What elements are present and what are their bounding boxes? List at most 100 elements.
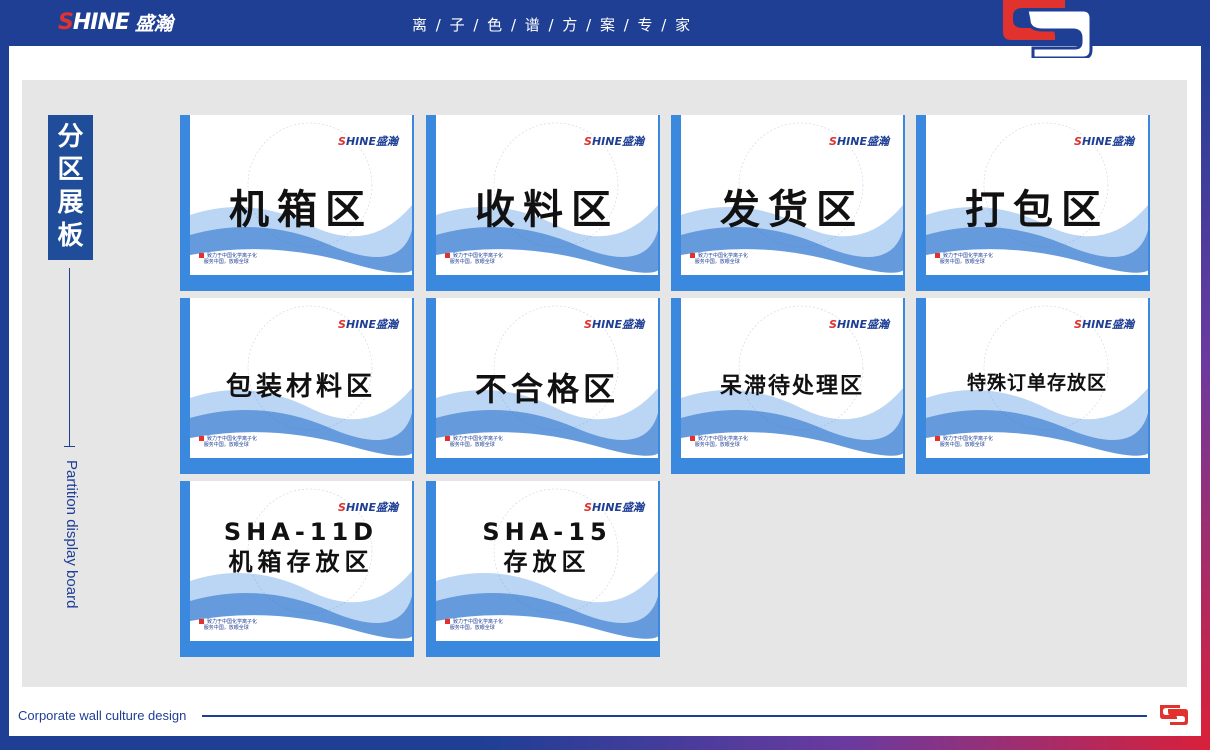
brand-rest: HINE盛瀚	[591, 501, 644, 514]
sign-brand: SHINE盛瀚	[1074, 316, 1134, 332]
sign-face: SHINE盛瀚 机箱区 致力于中国化学离子化 服务中国，放眼全球	[190, 115, 412, 275]
sign-brand: SHINE盛瀚	[1074, 133, 1134, 149]
divider-line	[69, 268, 70, 446]
sign-label: 机箱区	[229, 187, 373, 233]
footer-logo-icon	[199, 619, 204, 624]
sign-brand: SHINE盛瀚	[829, 133, 889, 149]
sign-brand: SHINE盛瀚	[584, 499, 644, 515]
sign-footer: 致力于中国化学离子化 服务中国，放眼全球	[199, 253, 257, 265]
divider-tick	[64, 446, 75, 447]
brand-s: S	[338, 318, 346, 331]
frame-left	[0, 46, 9, 736]
section-title-text: 分区展板	[57, 122, 84, 251]
logo-hine: HINE	[72, 10, 130, 35]
sign-label: 不合格区	[474, 370, 619, 408]
sign-brand: SHINE盛瀚	[584, 133, 644, 149]
brand-rest: HINE盛瀚	[836, 135, 889, 148]
sign-label: 呆滞待处理区	[719, 374, 864, 399]
sign-face: SHINE盛瀚 打包区 致力于中国化学离子化 服务中国，放眼全球	[926, 115, 1148, 275]
footer-line-2: 服务中国，放眼全球	[203, 625, 249, 631]
brand-rest: HINE盛瀚	[836, 318, 889, 331]
brand-rest: HINE盛瀚	[345, 318, 398, 331]
sign-face: SHINE盛瀚 呆滞待处理区 致力于中国化学离子化 服务中国，放眼全球	[681, 298, 903, 458]
frame-bottom	[0, 736, 1210, 750]
sign-card: SHINE盛瀚 发货区 致力于中国化学离子化 服务中国，放眼全球	[671, 115, 905, 291]
brand-s: S	[584, 501, 592, 514]
sign-card: SHINE盛瀚 打包区 致力于中国化学离子化 服务中国，放眼全球	[916, 115, 1150, 291]
logo-wordmark: SHINE	[58, 10, 130, 35]
sign-footer: 致力于中国化学离子化 服务中国，放眼全球	[445, 619, 503, 631]
sign-footer: 致力于中国化学离子化 服务中国，放眼全球	[690, 253, 748, 265]
brand-s: S	[829, 135, 837, 148]
sign-face: SHINE盛瀚 SHA-11D 机箱存放区 致力于中国化学离子化 服务中国，放眼…	[190, 481, 412, 641]
sign-label: SHA-11D 机箱存放区	[223, 518, 379, 576]
brand-rest: HINE盛瀚	[591, 135, 644, 148]
footer-line-2: 服务中国，放眼全球	[449, 442, 495, 448]
sign-face: SHINE盛瀚 包装材料区 致力于中国化学离子化 服务中国，放眼全球	[190, 298, 412, 458]
footer-logo-icon	[445, 253, 450, 258]
brand-s: S	[584, 318, 592, 331]
footer-line-2: 服务中国，放眼全球	[939, 259, 985, 265]
brand-s: S	[338, 135, 346, 148]
brand-s: S	[1074, 135, 1082, 148]
sign-label: 发货区	[720, 187, 864, 233]
brand-logo: SHINE 盛瀚	[58, 9, 173, 36]
sign-face: SHINE盛瀚 SHA-15 存放区 致力于中国化学离子化 服务中国，放眼全球	[436, 481, 658, 641]
brand-s: S	[584, 135, 592, 148]
sign-card: SHINE盛瀚 特殊订单存放区 致力于中国化学离子化 服务中国，放眼全球	[916, 298, 1150, 474]
sign-label: SHA-15 存放区	[482, 518, 612, 576]
brand-rest: HINE盛瀚	[591, 318, 644, 331]
section-subtitle-text: Partition display board	[63, 460, 80, 609]
footer-line-2: 服务中国，放眼全球	[694, 442, 740, 448]
sign-face: SHINE盛瀚 特殊订单存放区 致力于中国化学离子化 服务中国，放眼全球	[926, 298, 1148, 458]
brand-s: S	[829, 318, 837, 331]
footer-line-2: 服务中国，放眼全球	[203, 442, 249, 448]
sign-label: 特殊订单存放区	[966, 372, 1107, 394]
footer-line-2: 服务中国，放眼全球	[203, 259, 249, 265]
sign-brand: SHINE盛瀚	[338, 133, 398, 149]
header-slogan: 离 / 子 / 色 / 谱 / 方 / 案 / 专 / 家	[412, 16, 693, 34]
brand-rest: HINE盛瀚	[1081, 135, 1134, 148]
sign-label: 收料区	[475, 187, 619, 233]
footer-logo-icon	[445, 436, 450, 441]
sign-footer: 致力于中国化学离子化 服务中国，放眼全球	[445, 436, 503, 448]
sign-footer: 致力于中国化学离子化 服务中国，放眼全球	[199, 619, 257, 631]
brand-rest: HINE盛瀚	[1081, 318, 1134, 331]
sign-card: SHINE盛瀚 收料区 致力于中国化学离子化 服务中国，放眼全球	[426, 115, 660, 291]
footer-logo-icon	[935, 253, 940, 258]
frame-right	[1201, 46, 1210, 736]
sign-card: SHINE盛瀚 包装材料区 致力于中国化学离子化 服务中国，放眼全球	[180, 298, 414, 474]
footer-logo-icon	[690, 253, 695, 258]
sign-face: SHINE盛瀚 不合格区 致力于中国化学离子化 服务中国，放眼全球	[436, 298, 658, 458]
footer-rule	[202, 715, 1147, 717]
sign-card: SHINE盛瀚 SHA-11D 机箱存放区 致力于中国化学离子化 服务中国，放眼…	[180, 481, 414, 657]
footer-logo-icon	[199, 436, 204, 441]
sign-card: SHINE盛瀚 SHA-15 存放区 致力于中国化学离子化 服务中国，放眼全球	[426, 481, 660, 657]
footer-line-2: 服务中国，放眼全球	[449, 625, 495, 631]
footer-caption: Corporate wall culture design	[18, 708, 187, 723]
brand-s: S	[1074, 318, 1082, 331]
sign-footer: 致力于中国化学离子化 服务中国，放眼全球	[690, 436, 748, 448]
brand-rest: HINE盛瀚	[345, 135, 398, 148]
logo-s: S	[58, 10, 74, 35]
footer-line-2: 服务中国，放眼全球	[939, 442, 985, 448]
sign-footer: 致力于中国化学离子化 服务中国，放眼全球	[935, 436, 993, 448]
sign-brand: SHINE盛瀚	[584, 316, 644, 332]
sign-card: SHINE盛瀚 不合格区 致力于中国化学离子化 服务中国，放眼全球	[426, 298, 660, 474]
footer-line-2: 服务中国，放眼全球	[449, 259, 495, 265]
sign-brand: SHINE盛瀚	[829, 316, 889, 332]
footer-logo-icon	[935, 436, 940, 441]
section-title: 分区展板	[48, 115, 93, 260]
sign-card: SHINE盛瀚 机箱区 致力于中国化学离子化 服务中国，放眼全球	[180, 115, 414, 291]
sign-face: SHINE盛瀚 收料区 致力于中国化学离子化 服务中国，放眼全球	[436, 115, 658, 275]
brand-rest: HINE盛瀚	[345, 501, 398, 514]
footer-line-2: 服务中国，放眼全球	[694, 259, 740, 265]
sign-footer: 致力于中国化学离子化 服务中国，放眼全球	[935, 253, 993, 265]
sign-brand: SHINE盛瀚	[338, 316, 398, 332]
sign-label: 包装材料区	[225, 372, 376, 402]
sign-label: 打包区	[965, 187, 1109, 233]
sign-footer: 致力于中国化学离子化 服务中国，放眼全球	[445, 253, 503, 265]
brand-s: S	[338, 501, 346, 514]
section-subtitle: Partition display board	[56, 460, 80, 660]
logo-chinese: 盛瀚	[134, 13, 173, 35]
